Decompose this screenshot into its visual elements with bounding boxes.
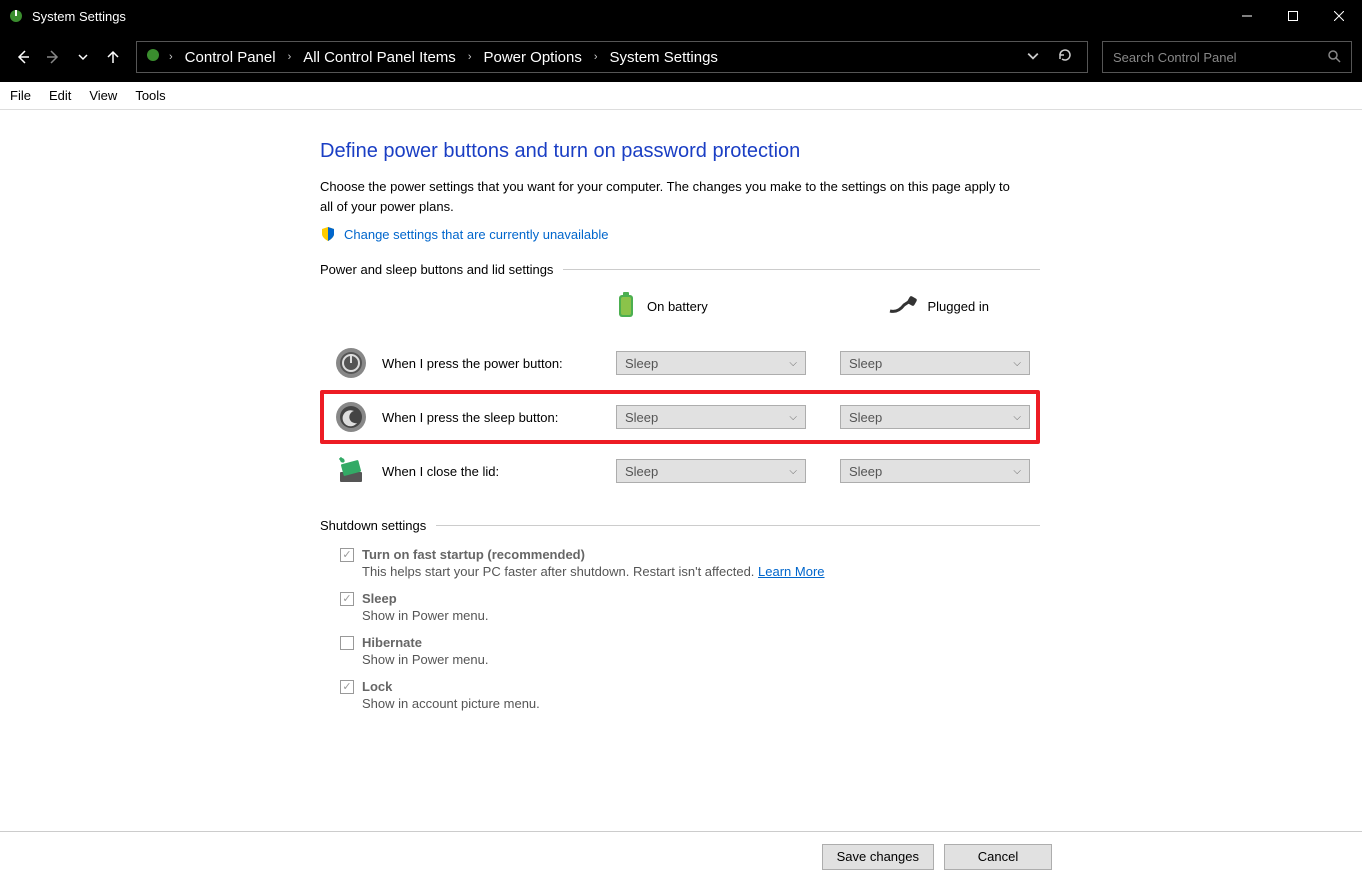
section-heading-power: Power and sleep buttons and lid settings xyxy=(320,262,553,277)
chevron-right-icon: › xyxy=(464,51,476,63)
chevron-right-icon: › xyxy=(284,51,296,63)
checkbox-lock[interactable]: ✓ xyxy=(340,680,354,694)
checkbox-fast-startup[interactable]: ✓ xyxy=(340,548,354,562)
chevron-right-icon: › xyxy=(590,51,602,63)
close-button[interactable] xyxy=(1316,0,1362,32)
page-title: Define power buttons and turn on passwor… xyxy=(320,140,1040,163)
sleep-button-battery-select[interactable]: Sleep⌵ xyxy=(616,405,806,429)
chevron-down-icon: ⌵ xyxy=(789,412,797,423)
maximize-button[interactable] xyxy=(1270,0,1316,32)
cancel-button[interactable]: Cancel xyxy=(944,844,1052,870)
checkbox-sleep[interactable]: ✓ xyxy=(340,592,354,606)
plug-icon xyxy=(888,295,918,318)
save-button[interactable]: Save changes xyxy=(822,844,934,870)
row-label: When I press the sleep button: xyxy=(382,410,602,425)
sleep-button-icon xyxy=(334,400,368,434)
page-description: Choose the power settings that you want … xyxy=(320,177,1020,216)
minimize-button[interactable] xyxy=(1224,0,1270,32)
row-close-lid: When I close the lid: Sleep⌵ Sleep⌵ xyxy=(320,444,1040,498)
battery-icon xyxy=(615,291,637,322)
shutdown-item-sleep: ✓ Sleep Show in Power menu. xyxy=(340,591,1040,623)
shutdown-item-lock: ✓ Lock Show in account picture menu. xyxy=(340,679,1040,711)
close-lid-battery-select[interactable]: Sleep⌵ xyxy=(616,459,806,483)
learn-more-link[interactable]: Learn More xyxy=(758,564,824,579)
chevron-down-icon: ⌵ xyxy=(789,466,797,477)
laptop-lid-icon xyxy=(334,454,368,488)
breadcrumb-item[interactable]: Power Options xyxy=(479,49,585,66)
section-heading-shutdown: Shutdown settings xyxy=(320,518,426,533)
chevron-down-icon: ⌵ xyxy=(1013,466,1021,477)
col-plugged-label: Plugged in xyxy=(928,299,989,314)
divider xyxy=(563,269,1040,270)
power-button-battery-select[interactable]: Sleep⌵ xyxy=(616,351,806,375)
row-label: When I close the lid: xyxy=(382,464,602,479)
breadcrumb-item[interactable]: All Control Panel Items xyxy=(299,49,460,66)
shutdown-item-hibernate: Hibernate Show in Power menu. xyxy=(340,635,1040,667)
close-lid-plugged-select[interactable]: Sleep⌵ xyxy=(840,459,1030,483)
breadcrumb-item[interactable]: Control Panel xyxy=(181,49,280,66)
forward-button[interactable] xyxy=(40,44,66,70)
location-icon xyxy=(145,47,161,67)
checkbox-label: Hibernate xyxy=(362,635,422,650)
recent-dropdown[interactable] xyxy=(70,44,96,70)
chevron-down-icon: ⌵ xyxy=(789,358,797,369)
row-power-button: When I press the power button: Sleep⌵ Sl… xyxy=(320,336,1040,390)
shield-icon xyxy=(320,226,336,242)
back-button[interactable] xyxy=(10,44,36,70)
checkbox-label: Sleep xyxy=(362,591,397,606)
breadcrumb-item[interactable]: System Settings xyxy=(606,49,722,66)
row-label: When I press the power button: xyxy=(382,356,602,371)
admin-link[interactable]: Change settings that are currently unava… xyxy=(344,227,609,242)
menu-edit[interactable]: Edit xyxy=(49,88,71,103)
chevron-down-icon: ⌵ xyxy=(1013,412,1021,423)
window-title: System Settings xyxy=(32,9,126,24)
refresh-icon[interactable] xyxy=(1057,47,1073,67)
menu-tools[interactable]: Tools xyxy=(135,88,165,103)
shutdown-item-fast-startup: ✓ Turn on fast startup (recommended) Thi… xyxy=(340,547,1040,579)
footer-bar: Save changes Cancel xyxy=(0,831,1362,881)
up-button[interactable] xyxy=(100,44,126,70)
checkbox-label: Turn on fast startup (recommended) xyxy=(362,547,585,562)
chevron-down-icon: ⌵ xyxy=(1013,358,1021,369)
address-bar[interactable]: › Control Panel › All Control Panel Item… xyxy=(136,41,1088,73)
checkbox-description: Show in Power menu. xyxy=(362,608,1040,623)
checkbox-hibernate[interactable] xyxy=(340,636,354,650)
power-button-plugged-select[interactable]: Sleep⌵ xyxy=(840,351,1030,375)
checkbox-description: Show in account picture menu. xyxy=(362,696,1040,711)
search-input[interactable]: Search Control Panel xyxy=(1102,41,1352,73)
divider xyxy=(436,525,1040,526)
content-area: Define power buttons and turn on passwor… xyxy=(0,110,1362,831)
checkbox-label: Lock xyxy=(362,679,392,694)
menu-file[interactable]: File xyxy=(10,88,31,103)
app-icon xyxy=(8,8,24,24)
menu-bar: File Edit View Tools xyxy=(0,82,1362,110)
title-bar: System Settings xyxy=(0,0,1362,32)
checkbox-description: Show in Power menu. xyxy=(362,652,1040,667)
power-button-icon xyxy=(334,346,368,380)
row-sleep-button: When I press the sleep button: Sleep⌵ Sl… xyxy=(320,390,1040,444)
chevron-down-icon[interactable] xyxy=(1027,49,1039,66)
col-battery-label: On battery xyxy=(647,299,708,314)
chevron-right-icon: › xyxy=(165,51,177,63)
sleep-button-plugged-select[interactable]: Sleep⌵ xyxy=(840,405,1030,429)
checkbox-description: This helps start your PC faster after sh… xyxy=(362,564,758,579)
menu-view[interactable]: View xyxy=(89,88,117,103)
search-icon xyxy=(1327,49,1341,66)
navigation-bar: › Control Panel › All Control Panel Item… xyxy=(0,32,1362,82)
search-placeholder: Search Control Panel xyxy=(1113,50,1237,65)
